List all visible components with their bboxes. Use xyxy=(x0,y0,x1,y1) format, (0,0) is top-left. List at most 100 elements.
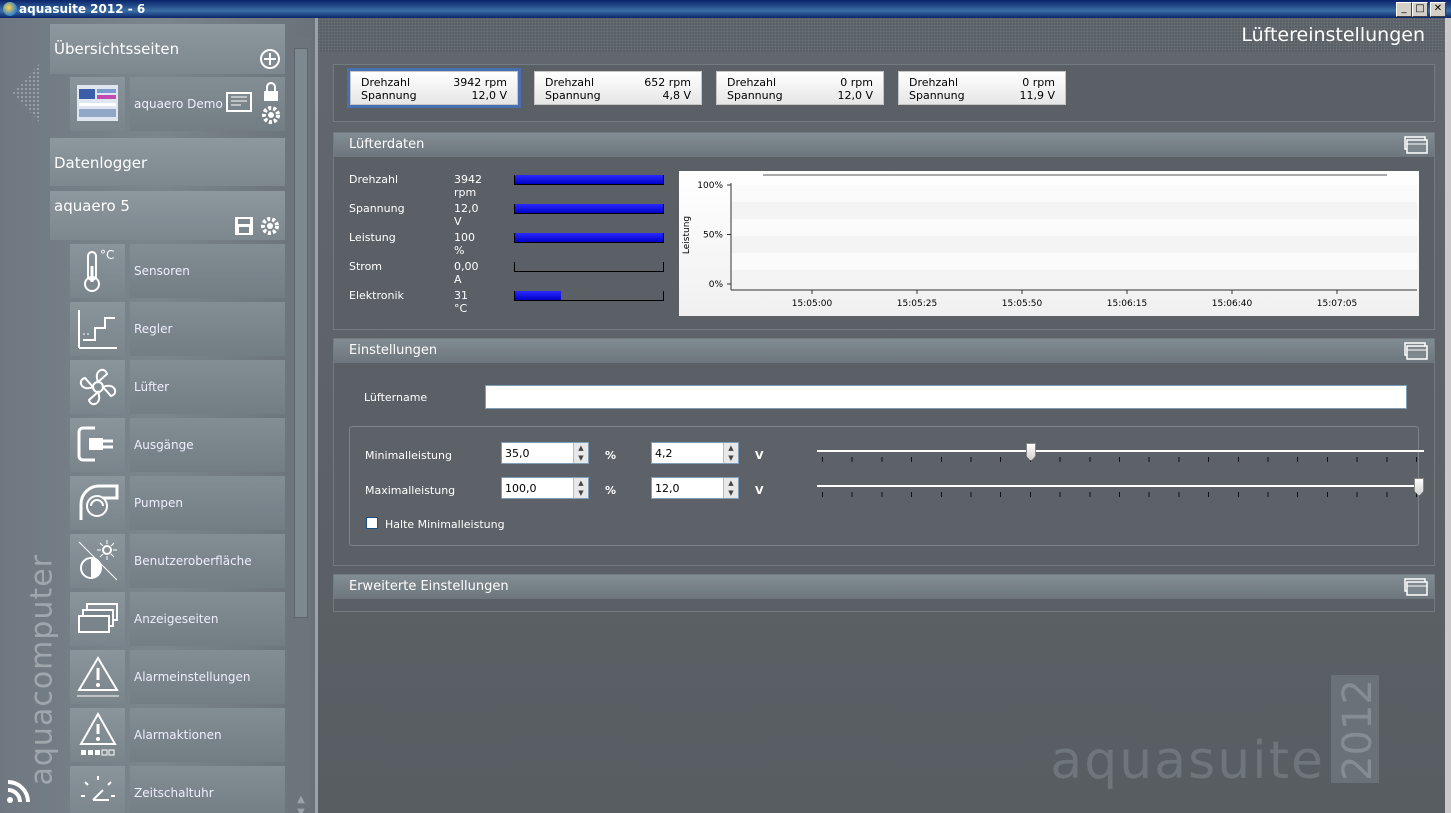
chart-band xyxy=(731,253,1417,270)
max-power-slider[interactable] xyxy=(817,478,1424,500)
collapse-panel-icon[interactable] xyxy=(1404,578,1428,596)
advanced-settings-header[interactable]: Erweiterte Einstellungen xyxy=(334,575,1434,599)
sidebar-item-label: Ausgänge xyxy=(130,418,285,472)
sidebar-item-alarmeinstellungen[interactable]: Alarmeinstellungen xyxy=(70,650,285,704)
sidebar-item-alarmaktionen[interactable]: Alarmaktionen xyxy=(70,708,285,762)
fan-data-bar xyxy=(514,262,664,272)
maximize-button[interactable]: □ xyxy=(1412,2,1428,17)
sidebar-item-zeitschaltuhr[interactable]: Zeitschaltuhr xyxy=(70,766,285,813)
fan-data-header[interactable]: Lüfterdaten xyxy=(334,133,1434,157)
alarm-action-icon xyxy=(70,708,125,762)
app-icon xyxy=(3,2,17,16)
fan-name-label: Lüftername xyxy=(364,391,428,404)
spin-arrows-icon[interactable]: ▲ ▼ xyxy=(723,443,738,463)
min-power-percent-input[interactable]: 35,0 ▲ ▼ xyxy=(501,442,589,464)
max-power-volt-value: 12,0 xyxy=(655,482,680,495)
fan-data-label: Leistung xyxy=(349,231,396,244)
y-axis-label: Leistung xyxy=(682,216,692,254)
spin-arrows-icon[interactable]: ▲ ▼ xyxy=(573,443,588,463)
overview-header[interactable]: Übersichtsseiten xyxy=(50,24,285,74)
pump-icon xyxy=(70,476,125,530)
sidebar-item-benutzeroberflaeche[interactable]: Benutzeroberfläche xyxy=(70,534,285,588)
add-icon[interactable] xyxy=(259,48,281,70)
max-power-percent-value: 100,0 xyxy=(505,482,537,495)
slider-ticks xyxy=(822,492,1422,497)
fan-card-4[interactable]: Drehzahl 0 rpm Spannung 11,9 V xyxy=(898,71,1066,105)
window-titlebar: aquasuite 2012 - 6 _ □ ✕ xyxy=(0,0,1451,18)
fan-card-label: Spannung xyxy=(361,89,417,102)
fan-data-title: Lüfterdaten xyxy=(349,137,425,152)
watermark-logo: aquasuite xyxy=(1050,731,1325,791)
gear-icon[interactable] xyxy=(260,104,282,126)
fan-data-label: Drehzahl xyxy=(349,173,399,186)
sidebar-scrollbar-thumb[interactable] xyxy=(294,48,308,618)
collapse-panel-icon[interactable] xyxy=(1404,136,1428,154)
fan-card-label: Spannung xyxy=(727,89,783,102)
timer-icon xyxy=(70,766,125,813)
fan-data-value: 3942 rpm xyxy=(454,173,482,199)
gear-icon[interactable] xyxy=(259,215,281,237)
alarm-icon xyxy=(70,650,125,704)
lock-icon[interactable] xyxy=(260,81,282,103)
hold-min-power-checkbox[interactable] xyxy=(366,517,378,529)
fan-card-3[interactable]: Drehzahl 0 rpm Spannung 12,0 V xyxy=(716,71,884,105)
sidebar-item-pumpen[interactable]: Pumpen xyxy=(70,476,285,530)
pages-icon xyxy=(70,592,125,646)
plug-icon xyxy=(70,418,125,472)
sidebar-item-luefter[interactable]: Lüfter xyxy=(70,360,285,414)
fan-card-2[interactable]: Drehzahl 652 rpm Spannung 4,8 V xyxy=(534,71,702,105)
fan-card-rpm: 0 rpm xyxy=(840,76,873,89)
fan-card-label: Spannung xyxy=(545,89,601,102)
slider-ticks xyxy=(822,457,1422,462)
spin-arrows-icon[interactable]: ▲ ▼ xyxy=(573,478,588,498)
fan-data-value: 0,00 A xyxy=(454,260,479,286)
device-header-label: aquaero 5 xyxy=(54,197,130,215)
overview-item-aquaero-demo[interactable]: aquaero Demo xyxy=(70,77,285,131)
close-button[interactable]: ✕ xyxy=(1430,2,1446,17)
thermometer-icon: °C xyxy=(70,244,125,298)
x-tick-label: 15:07:05 xyxy=(1317,299,1357,309)
fan-card-label: Spannung xyxy=(909,89,965,102)
fan-card-voltage: 12,0 V xyxy=(471,89,507,102)
fan-data-bar xyxy=(514,175,664,185)
controller-icon xyxy=(70,302,125,356)
x-tick-label: 15:06:40 xyxy=(1212,299,1253,309)
fan-name-input[interactable] xyxy=(485,385,1407,409)
min-power-volt-input[interactable]: 4,2 ▲ ▼ xyxy=(651,442,739,464)
send-to-display-icon[interactable] xyxy=(225,87,255,117)
save-icon[interactable] xyxy=(233,215,255,237)
fan-data-panel: Lüfterdaten Drehzahl 3942 rpm Spannung 1… xyxy=(333,132,1435,330)
y-tick-label: 0% xyxy=(709,280,724,290)
settings-header[interactable]: Einstellungen xyxy=(334,339,1434,363)
fan-data-value: 31 °C xyxy=(454,289,468,315)
fan-card-voltage: 11,9 V xyxy=(1019,89,1055,102)
fan-data-row: Elektronik 31 °C xyxy=(349,289,664,315)
max-power-volt-input[interactable]: 12,0 ▲ ▼ xyxy=(651,477,739,499)
chart-band xyxy=(731,236,1417,253)
advanced-settings-panel: Erweiterte Einstellungen xyxy=(333,574,1435,612)
fan-card-1[interactable]: Drehzahl 3942 rpm Spannung 12,0 V xyxy=(347,68,521,108)
sidebar-item-label: Lüfter xyxy=(130,360,285,414)
fan-card-label: Drehzahl xyxy=(909,76,959,89)
sidebar-item-anzeigeseiten[interactable]: Anzeigeseiten xyxy=(70,592,285,646)
fan-data-label: Strom xyxy=(349,260,383,273)
fan-data-bar xyxy=(514,291,664,301)
datalogger-header[interactable]: Datenlogger xyxy=(50,138,285,186)
advanced-settings-title: Erweiterte Einstellungen xyxy=(349,579,509,594)
scroll-arrows-icon[interactable]: ▲ ▼ xyxy=(294,793,308,813)
spin-arrows-icon[interactable]: ▲ ▼ xyxy=(723,478,738,498)
fan-data-row: Strom 0,00 A xyxy=(349,260,664,286)
device-header[interactable]: aquaero 5 xyxy=(50,191,285,240)
sidebar-item-regler[interactable]: Regler xyxy=(70,302,285,356)
sidebar-item-ausgaenge[interactable]: Ausgänge xyxy=(70,418,285,472)
collapse-panel-icon[interactable] xyxy=(1404,342,1428,360)
sidebar-item-sensoren[interactable]: °C Sensoren xyxy=(70,244,285,298)
fan-icon xyxy=(70,360,125,414)
minimize-button[interactable]: _ xyxy=(1396,2,1412,17)
min-power-slider[interactable] xyxy=(817,443,1424,465)
max-power-percent-input[interactable]: 100,0 ▲ ▼ xyxy=(501,477,589,499)
min-power-label: Minimalleistung xyxy=(365,449,452,462)
collapse-sidebar-arrow-icon[interactable] xyxy=(12,63,40,123)
min-power-volt-value: 4,2 xyxy=(655,447,673,460)
rss-icon[interactable] xyxy=(4,778,32,806)
